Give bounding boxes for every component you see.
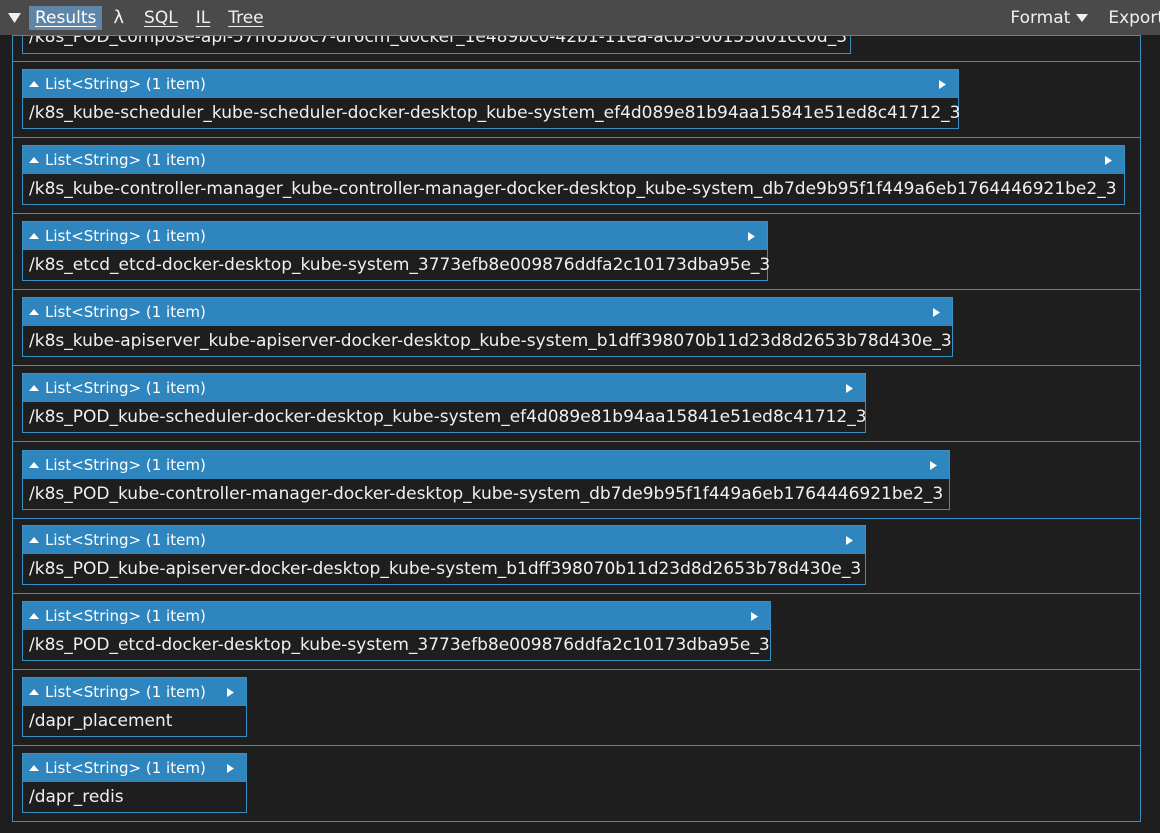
list-value: /k8s_POD_etcd-docker-desktop_kube-system… — [29, 635, 770, 655]
list-header[interactable]: List<String> (1 item) — [23, 70, 958, 98]
list-header-label: List<String> (1 item) — [45, 759, 206, 777]
list-item: List<String> (1 item) /k8s_kube-controll… — [22, 145, 1125, 205]
list-value: /k8s_kube-apiserver_kube-apiserver-docke… — [29, 331, 952, 351]
list-value: /k8s_POD_kube-scheduler-docker-desktop_k… — [29, 407, 867, 427]
list-header[interactable]: List<String> (1 item) — [23, 374, 865, 402]
row-divider — [13, 669, 1140, 670]
list-header[interactable]: List<String> (1 item) — [23, 678, 246, 706]
collapse-up-icon — [29, 765, 39, 771]
export-button[interactable]: Export — [1108, 8, 1160, 28]
expand-right-icon — [939, 80, 946, 89]
expand-right-icon — [227, 764, 234, 773]
tab-results[interactable]: Results — [29, 5, 103, 30]
list-item: List<String> (1 item) /k8s_POD_kube-cont… — [22, 450, 950, 510]
row-divider — [13, 365, 1140, 366]
collapse-up-icon — [29, 233, 39, 239]
collapse-up-icon — [29, 537, 39, 543]
list-item: List<String> (1 item) /k8s_kube-schedule… — [22, 69, 961, 129]
list-value: /k8s_kube-scheduler_kube-scheduler-docke… — [29, 103, 961, 123]
list-header[interactable]: List<String> (1 item) — [23, 146, 1124, 174]
list-header-label: List<String> (1 item) — [45, 75, 206, 93]
tab-lambda[interactable]: λ — [108, 5, 129, 30]
list-value: /k8s_kube-controller-manager_kube-contro… — [29, 179, 1117, 199]
collapse-triangle-icon[interactable] — [8, 12, 21, 23]
collapse-up-icon — [29, 613, 39, 619]
list-value: /k8s_POD_kube-apiserver-docker-desktop_k… — [29, 559, 862, 579]
list-header[interactable]: List<String> (1 item) — [23, 754, 246, 782]
list-header-label: List<String> (1 item) — [45, 531, 206, 549]
collapse-up-icon — [29, 385, 39, 391]
expand-right-icon — [933, 308, 940, 317]
list-header[interactable]: List<String> (1 item) — [23, 526, 865, 554]
list-header-label: List<String> (1 item) — [45, 227, 206, 245]
row-divider — [13, 441, 1140, 442]
list-item: List<String> (1 item) /k8s_POD_kube-apis… — [22, 525, 866, 585]
row-divider — [13, 213, 1140, 214]
list-header[interactable]: List<String> (1 item) — [23, 602, 770, 630]
list-header-label: List<String> (1 item) — [45, 607, 206, 625]
list-item: List<String> (1 item) /dapr_redis — [22, 753, 247, 813]
list-value: /k8s_POD_kube-controller-manager-docker-… — [29, 484, 944, 504]
list-value: /dapr_placement — [29, 711, 173, 731]
expand-right-icon — [930, 461, 937, 470]
list-item: List<String> (1 item) /dapr_placement — [22, 677, 247, 737]
list-item-partial: /k8s_POD_compose-api-57ff65b8c7-dr6cm_do… — [22, 35, 851, 54]
row-divider — [13, 289, 1140, 290]
list-item: List<String> (1 item) /k8s_etcd_etcd-doc… — [22, 221, 771, 281]
collapse-up-icon — [29, 309, 39, 315]
chevron-down-icon — [1076, 13, 1089, 22]
tab-il[interactable]: IL — [191, 6, 216, 30]
list-item: List<String> (1 item) /k8s_POD_etcd-dock… — [22, 601, 771, 661]
collapse-up-icon — [29, 689, 39, 695]
list-value: /dapr_redis — [29, 787, 124, 807]
list-header-label: List<String> (1 item) — [45, 456, 206, 474]
list-header[interactable]: List<String> (1 item) — [23, 298, 952, 326]
format-dropdown[interactable]: Format — [1010, 7, 1089, 28]
list-item: List<String> (1 item) /k8s_POD_kube-sche… — [22, 373, 867, 433]
expand-right-icon — [227, 688, 234, 697]
row-divider — [13, 745, 1140, 746]
results-toolbar: Results λ SQL IL Tree Format Export — [0, 0, 1160, 35]
row-divider — [13, 593, 1140, 594]
row-divider — [13, 137, 1140, 138]
list-header[interactable]: List<String> (1 item) — [23, 451, 949, 479]
list-header-label: List<String> (1 item) — [45, 151, 206, 169]
collapse-up-icon — [29, 81, 39, 87]
format-label: Format — [1010, 7, 1071, 28]
list-value: /k8s_etcd_etcd-docker-desktop_kube-syste… — [29, 255, 771, 275]
results-panel: /k8s_POD_compose-api-57ff65b8c7-dr6cm_do… — [12, 35, 1141, 822]
expand-right-icon — [1105, 156, 1112, 165]
tab-sql[interactable]: SQL — [139, 6, 183, 30]
list-header-label: List<String> (1 item) — [45, 683, 206, 701]
list-header-label: List<String> (1 item) — [45, 303, 206, 321]
collapse-up-icon — [29, 462, 39, 468]
collapse-up-icon — [29, 157, 39, 163]
list-value: /k8s_POD_compose-api-57ff65b8c7-dr6cm_do… — [29, 35, 848, 47]
expand-right-icon — [748, 232, 755, 241]
row-divider — [13, 518, 1140, 519]
expand-right-icon — [846, 384, 853, 393]
expand-right-icon — [846, 536, 853, 545]
list-item: List<String> (1 item) /k8s_kube-apiserve… — [22, 297, 953, 357]
row-divider — [13, 61, 1140, 62]
list-header-label: List<String> (1 item) — [45, 379, 206, 397]
expand-right-icon — [751, 612, 758, 621]
tab-tree[interactable]: Tree — [223, 6, 268, 30]
list-header[interactable]: List<String> (1 item) — [23, 222, 767, 250]
